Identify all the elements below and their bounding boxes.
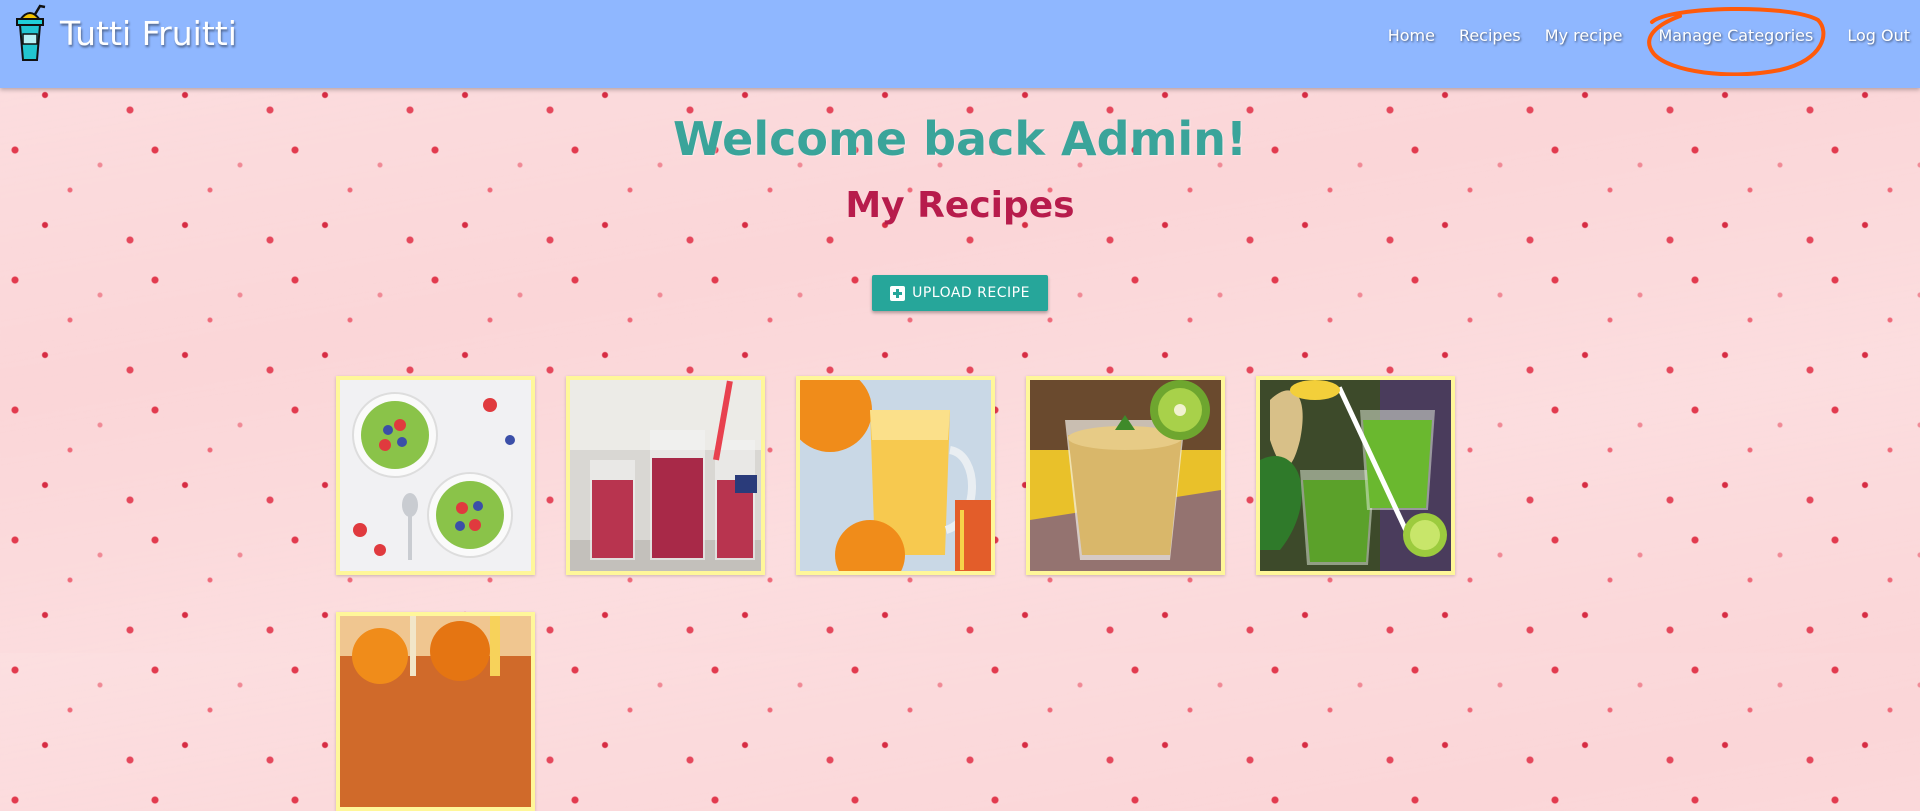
nav-manage-categories[interactable]: Manage Categories <box>1658 26 1813 45</box>
navbar: Tutti Fruitti Home Recipes My recipe Man… <box>0 0 1920 88</box>
recipe-card[interactable] <box>566 376 765 575</box>
green-ginger-smoothie-image <box>1260 380 1451 571</box>
berry-smoothie-image <box>570 380 761 571</box>
upload-recipe-button[interactable]: UPLOAD RECIPE <box>872 275 1048 311</box>
recipe-card[interactable] <box>336 612 535 811</box>
kiwi-smoothie-image <box>1030 380 1221 571</box>
brand[interactable]: Tutti Fruitti <box>12 4 237 62</box>
brand-title: Tutti Fruitti <box>60 13 237 53</box>
nav-my-recipe[interactable]: My recipe <box>1545 26 1623 45</box>
nav-log-out[interactable]: Log Out <box>1847 26 1910 45</box>
my-recipes-heading: My Recipes <box>845 185 1075 226</box>
plus-square-icon <box>890 285 906 301</box>
orange-smoothie-partial-image <box>340 616 531 807</box>
recipe-card[interactable] <box>1026 376 1225 575</box>
welcome-heading: Welcome back Admin! <box>673 112 1247 166</box>
recipe-card[interactable] <box>1256 376 1455 575</box>
smoothie-cup-icon <box>16 4 46 61</box>
upload-recipe-label: UPLOAD RECIPE <box>912 285 1030 301</box>
recipe-card[interactable] <box>336 376 535 575</box>
orange-smoothie-image <box>800 380 991 571</box>
nav-recipes[interactable]: Recipes <box>1459 26 1521 45</box>
nav-menu: Home Recipes My recipe Manage Categories… <box>1376 0 1920 70</box>
recipe-card[interactable] <box>796 376 995 575</box>
nav-home[interactable]: Home <box>1388 26 1435 45</box>
green-smoothie-bowls-image <box>340 380 531 571</box>
